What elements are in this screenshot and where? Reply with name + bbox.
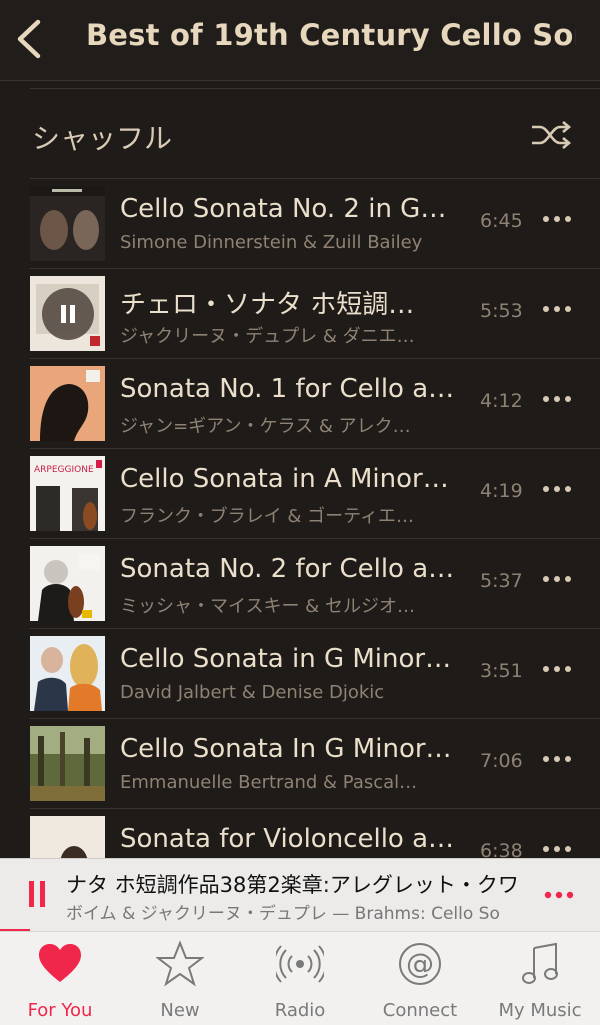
- divider: [30, 178, 600, 179]
- album-art: [30, 366, 105, 441]
- divider: [30, 358, 600, 359]
- track-duration: 6:45: [480, 210, 523, 232]
- track-duration: 3:51: [480, 660, 523, 682]
- more-icon[interactable]: [540, 838, 574, 858]
- track-row[interactable]: チェロ・ソナタ ホ短調… ジャクリーヌ・デュプレ & ダニエ… 5:53: [0, 268, 600, 358]
- tab-my-music[interactable]: My Music: [480, 932, 600, 1025]
- more-icon[interactable]: [540, 568, 574, 590]
- track-artist: フランク・ブラレイ & ゴーティエ…: [120, 506, 415, 527]
- radio-icon: [276, 945, 324, 983]
- album-art: [30, 276, 105, 351]
- track-artist: ジャン=ギアン・ケラス & アレク…: [120, 416, 411, 437]
- track-row[interactable]: Cello Sonata in G Minor… David Jalbert &…: [0, 628, 600, 718]
- track-duration: 6:38: [480, 840, 523, 858]
- shuffle-row[interactable]: シャッフル: [0, 89, 600, 177]
- tab-for-you[interactable]: For You: [0, 932, 120, 1025]
- tab-new[interactable]: New: [120, 932, 240, 1025]
- track-artist: ジャクリーヌ・デュプレ & ダニエ…: [120, 326, 415, 347]
- album-art: [30, 816, 105, 858]
- at-icon: @: [399, 943, 441, 985]
- heart-icon: [39, 944, 81, 982]
- track-title: Cello Sonata No. 2 in G…: [120, 194, 447, 224]
- tab-label: My Music: [498, 1000, 582, 1021]
- more-icon[interactable]: [540, 208, 574, 230]
- divider: [30, 538, 600, 539]
- tab-radio[interactable]: Radio: [240, 932, 360, 1025]
- page-title: Best of 19th Century Cello Son…: [86, 18, 576, 52]
- pause-icon[interactable]: [26, 879, 50, 909]
- track-duration: 5:53: [480, 300, 523, 322]
- track-row[interactable]: Cello Sonata No. 2 in G… Simone Dinnerst…: [0, 178, 600, 268]
- tab-connect[interactable]: @ Connect: [360, 932, 480, 1025]
- track-row[interactable]: Sonata No. 1 for Cello a… ジャン=ギアン・ケラス & …: [0, 358, 600, 448]
- track-title: Sonata No. 1 for Cello a…: [120, 374, 455, 404]
- track-title: Cello Sonata in A Minor…: [120, 464, 449, 494]
- track-duration: 4:12: [480, 390, 523, 412]
- more-icon[interactable]: [540, 298, 574, 320]
- now-playing-artist: ボイム & ジャクリーヌ・デュプレ — Brahms: Cello So: [66, 904, 500, 924]
- track-row[interactable]: Cello Sonata In G Minor… Emmanuelle Bert…: [0, 718, 600, 808]
- svg-text:@: @: [406, 947, 434, 980]
- track-row[interactable]: ARPEGGIONE Cello Sonata in A Minor… フランク…: [0, 448, 600, 538]
- track-duration: 5:37: [480, 570, 523, 592]
- track-list: Cello Sonata No. 2 in G… Simone Dinnerst…: [0, 178, 600, 858]
- track-artist: David Jalbert & Denise Djokic: [120, 682, 385, 703]
- pause-icon[interactable]: [42, 288, 94, 340]
- album-art: [30, 186, 105, 261]
- divider: [30, 808, 600, 809]
- track-title: Sonata for Violoncello a…: [120, 824, 455, 854]
- more-icon[interactable]: [540, 748, 574, 770]
- nav-bar: Best of 19th Century Cello Son…: [0, 0, 600, 81]
- chevron-left-icon[interactable]: [10, 14, 50, 64]
- track-row[interactable]: Sonata for Violoncello a… 6:38: [0, 808, 600, 858]
- more-icon[interactable]: [542, 887, 576, 903]
- track-artist: ミッシャ・マイスキー & セルジオ…: [120, 596, 415, 617]
- tab-bar: For You New Radio @ Connect My Music: [0, 931, 600, 1025]
- more-icon[interactable]: [540, 478, 574, 500]
- album-art-text: ARPEGGIONE: [34, 465, 94, 475]
- track-artist: Emmanuelle Bertrand & Pascal…: [120, 772, 418, 793]
- now-playing-title: ナタ ホ短調作品38第2楽章:アレグレット・クワ: [66, 873, 519, 897]
- track-title: Cello Sonata in G Minor…: [120, 644, 452, 674]
- divider: [30, 718, 600, 719]
- album-art: [30, 636, 105, 711]
- album-art: [30, 546, 105, 621]
- track-title: チェロ・ソナタ ホ短調…: [120, 290, 415, 320]
- track-duration: 7:06: [480, 750, 523, 772]
- track-artist: Simone Dinnerstein & Zuill Bailey: [120, 232, 423, 253]
- mini-player[interactable]: ナタ ホ短調作品38第2楽章:アレグレット・クワ ボイム & ジャクリーヌ・デュ…: [0, 858, 600, 931]
- track-title: Sonata No. 2 for Cello a…: [120, 554, 455, 584]
- star-icon: [156, 940, 204, 987]
- tab-label: Connect: [382, 1000, 458, 1021]
- more-icon[interactable]: [540, 388, 574, 410]
- album-art: [30, 726, 105, 801]
- divider: [30, 268, 600, 269]
- track-duration: 4:19: [480, 480, 523, 502]
- tab-label: New: [160, 1000, 200, 1021]
- more-icon[interactable]: [540, 658, 574, 680]
- divider: [30, 628, 600, 629]
- shuffle-label: シャッフル: [32, 122, 173, 155]
- shuffle-icon[interactable]: [530, 119, 572, 151]
- tab-label: Radio: [274, 1000, 326, 1021]
- music-note-icon: [522, 942, 558, 984]
- tab-label: For You: [27, 1000, 93, 1021]
- track-row[interactable]: Sonata No. 2 for Cello a… ミッシャ・マイスキー & セ…: [0, 538, 600, 628]
- divider: [30, 448, 600, 449]
- track-title: Cello Sonata In G Minor…: [120, 734, 452, 764]
- album-art: ARPEGGIONE: [30, 456, 105, 531]
